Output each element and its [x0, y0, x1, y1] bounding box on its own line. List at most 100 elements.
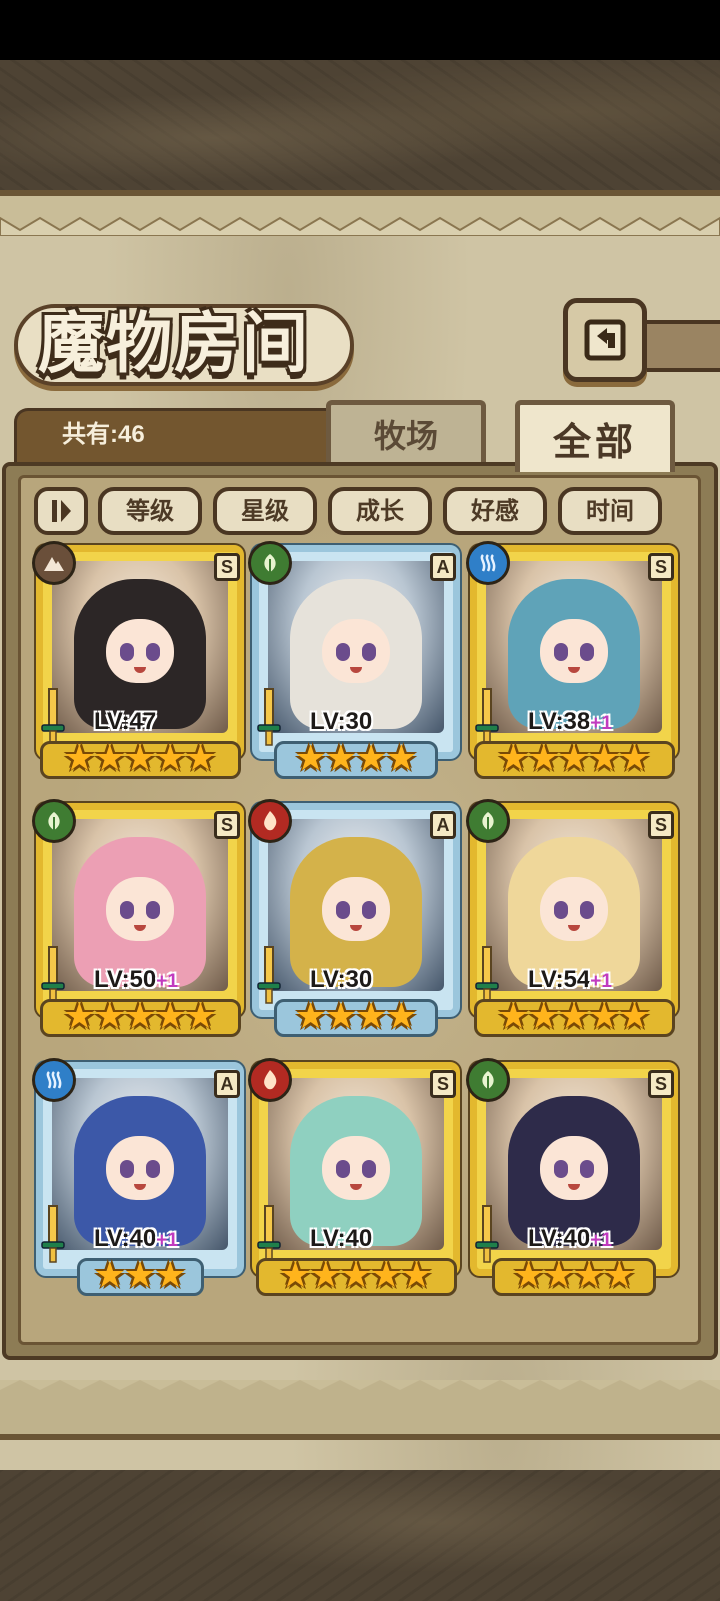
monster-card[interactable]: A LV:30 ★ ★ ★ ★ — [248, 799, 460, 1043]
star-icon: ★ — [123, 996, 157, 1037]
monster-level: LV:54+1 — [528, 966, 612, 993]
sort-by-time-button[interactable]: 时间 — [558, 487, 662, 535]
star-icon: ★ — [355, 996, 388, 1037]
star-icon: ★ — [154, 996, 187, 1037]
sort-by-affection-button[interactable]: 好感 — [443, 487, 547, 535]
star-icon: ★ — [527, 738, 560, 779]
level-bonus: +1 — [590, 713, 612, 734]
level-bonus: +1 — [590, 1230, 612, 1251]
star-icon: ★ — [618, 996, 651, 1037]
sort-by-star-button[interactable]: 星级 — [213, 487, 317, 535]
level-bonus: +1 — [156, 1230, 178, 1251]
star-icon: ★ — [557, 738, 591, 779]
water-element-icon — [32, 1058, 76, 1102]
sort-by-growth-button[interactable]: 成长 — [328, 487, 432, 535]
star-icon: ★ — [603, 1255, 636, 1296]
star-icon: ★ — [123, 738, 157, 779]
sort-order-toggle[interactable] — [34, 487, 88, 535]
water-element-icon — [466, 541, 510, 585]
star-icon: ★ — [93, 738, 126, 779]
star-icon: ★ — [588, 996, 621, 1037]
rank-badge: A — [430, 553, 456, 581]
monster-face — [322, 877, 390, 941]
monster-level: LV:30 — [310, 708, 373, 735]
star-rating: ★ ★ ★ ★ ★ — [36, 997, 244, 1037]
level-bonus: +1 — [156, 971, 178, 992]
level-bonus: +1 — [590, 971, 612, 992]
star-rating: ★ ★ ★ ★ ★ — [470, 739, 678, 779]
star-rating: ★ ★ ★ ★ — [470, 1256, 678, 1296]
earth-element-icon — [32, 541, 76, 585]
wood-element-icon — [32, 799, 76, 843]
star-icon: ★ — [309, 1255, 342, 1296]
star-icon: ★ — [385, 996, 418, 1037]
wood-element-icon — [466, 799, 510, 843]
monster-face — [540, 619, 608, 683]
star-icon: ★ — [588, 738, 621, 779]
monster-face — [540, 1136, 608, 1200]
zigzag-border-top — [0, 190, 720, 236]
star-rating: ★ ★ ★ — [36, 1256, 244, 1296]
status-bar — [0, 0, 720, 60]
star-rating: ★ ★ ★ ★ — [252, 739, 460, 779]
tab-pasture[interactable]: 牧场 — [326, 400, 486, 462]
star-icon: ★ — [339, 1255, 373, 1296]
monster-level: LV:47 — [94, 708, 157, 735]
monster-card[interactable]: A LV:30 ★ ★ ★ ★ — [248, 541, 460, 785]
rank-badge: S — [214, 811, 240, 839]
return-arrow-icon — [584, 319, 626, 361]
tab-all[interactable]: 全部 — [515, 400, 675, 472]
rank-badge: A — [430, 811, 456, 839]
zigzag-border-bottom — [0, 1380, 720, 1440]
monster-card[interactable]: S LV:40+1 ★ ★ ★ ★ — [466, 1058, 678, 1302]
page-title: 魔物房间 — [38, 304, 310, 382]
star-icon: ★ — [385, 738, 418, 779]
star-icon: ★ — [527, 996, 560, 1037]
star-icon: ★ — [294, 996, 327, 1037]
star-icon: ★ — [324, 738, 357, 779]
star-rating: ★ ★ ★ ★ ★ — [36, 739, 244, 779]
wood-element-icon — [248, 541, 292, 585]
back-button-rail — [645, 320, 720, 372]
monster-card[interactable]: S LV:40 ★ ★ ★ ★ ★ — [248, 1058, 460, 1302]
star-icon: ★ — [512, 1255, 545, 1296]
star-icon: ★ — [324, 996, 357, 1037]
wood-element-icon — [466, 1058, 510, 1102]
monster-face — [322, 1136, 390, 1200]
star-rating: ★ ★ ★ ★ ★ — [252, 1256, 460, 1296]
star-icon: ★ — [123, 1255, 157, 1296]
star-icon: ★ — [618, 738, 651, 779]
star-icon: ★ — [355, 738, 388, 779]
monster-face — [540, 877, 608, 941]
monster-card[interactable]: S LV:38+1 ★ ★ ★ ★ ★ — [466, 541, 678, 785]
star-icon: ★ — [154, 738, 187, 779]
back-button[interactable] — [563, 298, 647, 382]
monster-face — [322, 619, 390, 683]
monster-level: LV:38+1 — [528, 708, 612, 735]
star-icon: ★ — [573, 1255, 606, 1296]
monster-level: LV:40+1 — [94, 1225, 178, 1252]
star-icon: ★ — [542, 1255, 575, 1296]
rank-badge: S — [648, 553, 674, 581]
map-background-top — [0, 60, 720, 190]
monster-level: LV:30 — [310, 966, 373, 993]
map-background-bottom — [0, 1470, 720, 1601]
monster-level: LV:40+1 — [528, 1225, 612, 1252]
monster-count: 共有:46 — [62, 421, 145, 448]
monster-face — [106, 1136, 174, 1200]
star-icon: ★ — [184, 996, 217, 1037]
monster-card[interactable]: S LV:47 ★ ★ ★ ★ ★ — [32, 541, 244, 785]
star-icon: ★ — [497, 996, 530, 1037]
monster-card[interactable]: A LV:40+1 ★ ★ ★ — [32, 1058, 244, 1302]
monster-card[interactable]: S LV:54+1 ★ ★ ★ ★ ★ — [466, 799, 678, 1043]
star-icon: ★ — [370, 1255, 403, 1296]
star-icon: ★ — [294, 738, 327, 779]
sort-by-level-button[interactable]: 等级 — [98, 487, 202, 535]
star-rating: ★ ★ ★ ★ — [252, 997, 460, 1037]
star-icon: ★ — [63, 738, 96, 779]
rank-badge: S — [430, 1070, 456, 1098]
star-icon: ★ — [93, 1255, 126, 1296]
monster-face — [106, 619, 174, 683]
fire-element-icon — [248, 799, 292, 843]
monster-card[interactable]: S LV:50+1 ★ ★ ★ ★ ★ — [32, 799, 244, 1043]
